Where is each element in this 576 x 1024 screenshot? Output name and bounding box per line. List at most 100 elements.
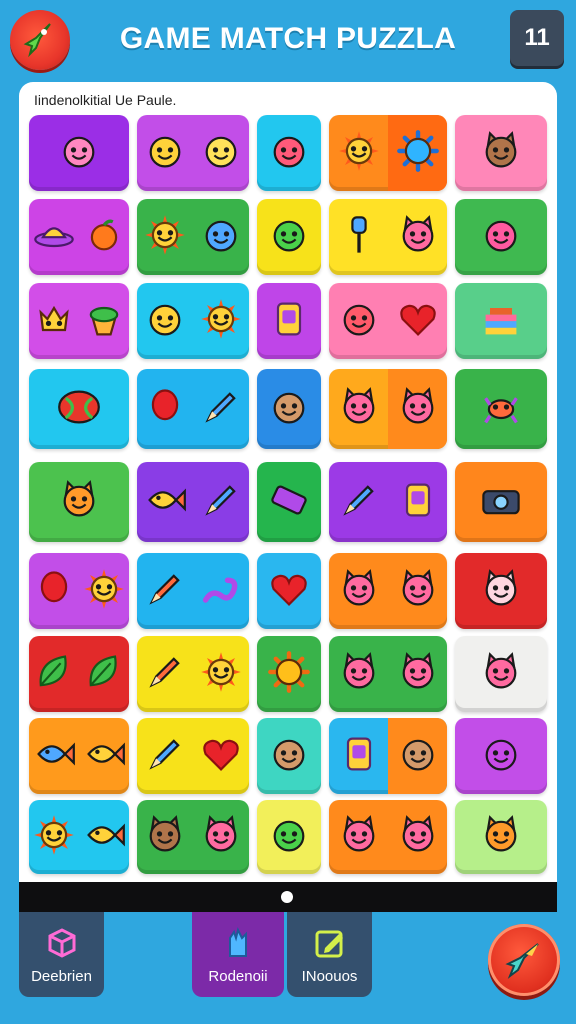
sun-face-icon xyxy=(339,131,379,171)
tile-r4-c2[interactable] xyxy=(137,369,249,449)
tile-r3-c2[interactable] xyxy=(137,283,249,359)
tile-r6-c3[interactable] xyxy=(257,553,321,629)
tile-r4-c3[interactable] xyxy=(257,369,321,449)
tile-r2-c4[interactable] xyxy=(329,199,447,275)
robot-face-icon xyxy=(485,739,517,771)
tile-r9-c2[interactable] xyxy=(137,800,249,874)
tile-r7-c4[interactable] xyxy=(329,636,447,712)
ufo-icon xyxy=(34,227,74,248)
crown-creature-icon xyxy=(39,305,69,332)
tile-r1-c3[interactable] xyxy=(257,115,321,191)
tile-r9-c3[interactable] xyxy=(257,800,321,874)
crab-face-icon xyxy=(343,304,375,336)
sun-face-icon xyxy=(201,299,241,339)
tile-r2-c2[interactable] xyxy=(137,199,249,275)
tile-r3-c4[interactable] xyxy=(329,283,447,359)
tile-r8-c3[interactable] xyxy=(257,718,321,794)
tile-r7-c1[interactable] xyxy=(29,636,129,712)
heart-icon xyxy=(400,304,436,336)
tile-r4-c4[interactable] xyxy=(329,369,447,449)
rodenoii-button[interactable]: Rodenoii xyxy=(192,912,284,997)
tile-r9-c4[interactable] xyxy=(329,800,447,874)
tile-r1-c5[interactable] xyxy=(455,115,547,191)
header: GAME MATCH PUZZLA 11 xyxy=(0,0,576,82)
sun-face-icon xyxy=(84,569,124,609)
jar-icon xyxy=(346,737,372,771)
gear-icon xyxy=(397,130,439,172)
cat-face-icon xyxy=(402,215,434,252)
board-status-bar xyxy=(19,882,557,912)
cake-icon xyxy=(485,308,517,335)
tile-r1-c2[interactable] xyxy=(137,115,249,191)
phone-icon xyxy=(276,302,302,336)
rocket-icon xyxy=(505,943,539,979)
boost-button[interactable] xyxy=(488,924,560,996)
tile-r1-c1[interactable] xyxy=(29,115,129,191)
leaf-icon xyxy=(89,655,117,687)
tile-r9-c1[interactable] xyxy=(29,800,129,874)
candy-bar-icon xyxy=(271,485,307,515)
tile-r7-c5[interactable] xyxy=(455,636,547,712)
tile-r5-c4[interactable] xyxy=(329,462,447,542)
crayon-icon xyxy=(205,392,236,423)
deebrien-button[interactable]: Deebrien xyxy=(19,912,104,997)
balloon-icon xyxy=(151,389,179,421)
tile-r6-c2[interactable] xyxy=(137,553,249,629)
mouse-face-icon xyxy=(485,569,517,606)
duck-face-icon xyxy=(149,304,181,336)
tile-r1-c4[interactable] xyxy=(329,115,447,191)
ghost-face-icon xyxy=(205,136,237,168)
monster-face-icon xyxy=(63,136,95,168)
tile-r2-c1[interactable] xyxy=(29,199,129,275)
bear-face-icon xyxy=(485,131,517,168)
snake-icon xyxy=(202,577,238,603)
glove-icon xyxy=(229,927,247,957)
tile-r5-c3[interactable] xyxy=(257,462,321,542)
tile-r9-c5[interactable] xyxy=(455,800,547,874)
crayon-icon xyxy=(343,485,374,516)
page-title: GAME MATCH PUZZLA xyxy=(119,22,457,55)
page-indicator-dot[interactable] xyxy=(281,891,293,903)
tile-r3-c3[interactable] xyxy=(257,283,321,359)
tile-r3-c1[interactable] xyxy=(29,283,129,359)
cat-face-icon xyxy=(343,387,375,424)
tile-r5-c5[interactable] xyxy=(455,462,547,542)
hat-face-icon xyxy=(273,136,305,168)
tile-r8-c4[interactable] xyxy=(329,718,447,794)
tile-r7-c2[interactable] xyxy=(137,636,249,712)
tile-r8-c5[interactable] xyxy=(455,718,547,794)
alien-face-icon xyxy=(273,820,305,852)
crayon-icon xyxy=(205,485,236,516)
cat-face-icon xyxy=(343,569,375,606)
cat-face-icon xyxy=(485,652,517,689)
tile-r8-c1[interactable] xyxy=(29,718,129,794)
tile-r5-c1[interactable] xyxy=(29,462,129,542)
pencil-icon xyxy=(149,574,180,605)
tile-r6-c5[interactable] xyxy=(455,553,547,629)
leaf-icon xyxy=(39,655,67,687)
tile-r3-c5[interactable] xyxy=(455,283,547,359)
tile-r8-c2[interactable] xyxy=(137,718,249,794)
tile-r2-c5[interactable] xyxy=(455,199,547,275)
tile-r2-c3[interactable] xyxy=(257,199,321,275)
star-creature-icon xyxy=(149,136,181,168)
tile-r6-c1[interactable] xyxy=(29,553,129,629)
deebrien-label: Deebrien xyxy=(31,968,92,985)
fox-face-icon xyxy=(63,480,95,517)
tile-r6-c4[interactable] xyxy=(329,553,447,629)
inoouos-button[interactable]: INoouos xyxy=(287,912,372,997)
crayon-icon xyxy=(149,739,180,770)
heart-icon xyxy=(203,739,239,771)
rodenoii-label: Rodenoii xyxy=(208,968,268,985)
level-button[interactable]: 11 xyxy=(510,10,564,66)
tile-r4-c5[interactable] xyxy=(455,369,547,449)
tile-r5-c2[interactable] xyxy=(137,462,249,542)
bird-icon xyxy=(87,823,125,847)
phone-icon xyxy=(405,483,431,517)
inoouos-label: INoouos xyxy=(301,968,358,985)
yarn-ball-icon xyxy=(58,390,100,424)
cupcake-icon xyxy=(89,306,119,336)
tile-r4-c1[interactable] xyxy=(29,369,129,449)
sun-face-icon xyxy=(201,652,241,692)
tile-r7-c3[interactable] xyxy=(257,636,321,712)
